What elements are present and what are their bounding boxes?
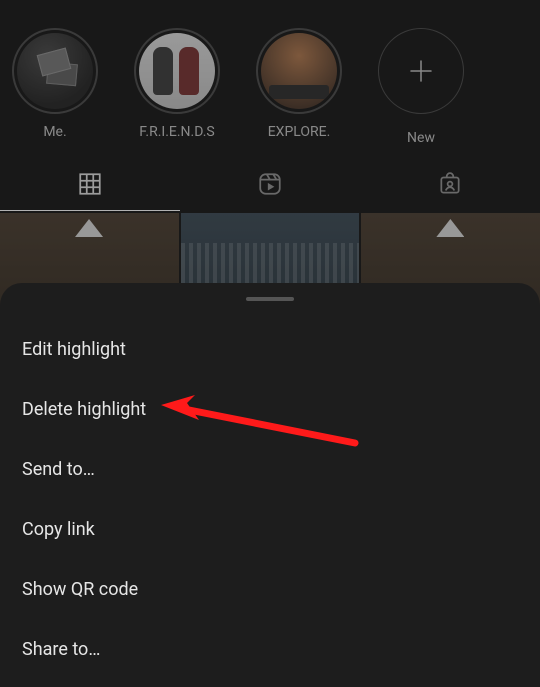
menu-show-qr[interactable]: Show QR code (22, 559, 518, 619)
menu-delete-highlight[interactable]: Delete highlight (22, 379, 518, 439)
menu-send-to[interactable]: Send to… (22, 439, 518, 499)
menu-label: Edit highlight (22, 339, 126, 360)
menu-label: Show QR code (22, 579, 138, 600)
sheet-grabber[interactable] (246, 297, 294, 301)
menu-share-to[interactable]: Share to… (22, 619, 518, 679)
menu-edit-highlight[interactable]: Edit highlight (22, 319, 518, 379)
menu-label: Copy link (22, 519, 95, 540)
menu-label: Share to… (22, 639, 100, 660)
menu-copy-link[interactable]: Copy link (22, 499, 518, 559)
menu-label: Send to… (22, 459, 95, 480)
menu-label: Delete highlight (22, 399, 146, 420)
highlight-action-sheet: Edit highlight Delete highlight Send to…… (0, 283, 540, 687)
